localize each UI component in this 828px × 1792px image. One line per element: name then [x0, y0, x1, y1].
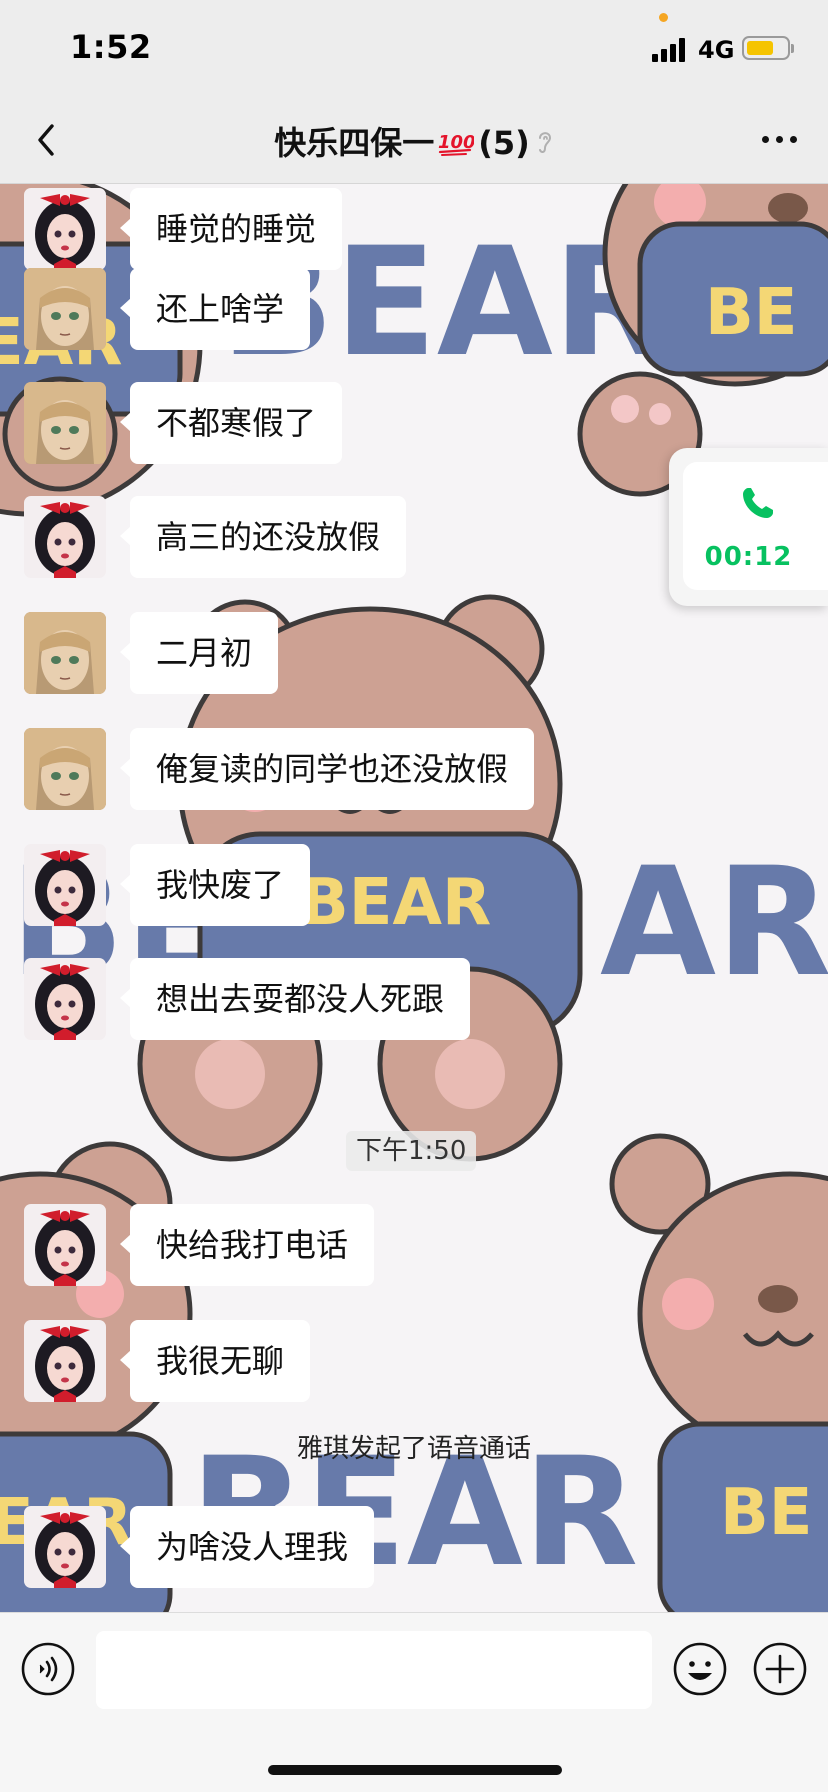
voice-icon [21, 1642, 75, 1696]
call-duration: 00:12 [704, 542, 793, 572]
status-time: 1:52 [70, 28, 152, 66]
battery-level-fill [747, 41, 774, 55]
hundred-points-icon: 100 [438, 126, 476, 156]
chat-title: 快乐四保一 100 (5) [0, 118, 828, 164]
time-divider: 下午1:50 [346, 1131, 477, 1171]
message-input[interactable] [96, 1631, 652, 1709]
smiley-icon [673, 1642, 727, 1696]
message-bubble[interactable]: 为啥没人理我 [119, 1506, 375, 1588]
message-bubble[interactable]: 我快废了 [119, 844, 311, 926]
voice-input-button[interactable] [20, 1641, 76, 1697]
bear-wallpaper-image: BEAR BE AR BEAR BE EAR [0, 184, 828, 1612]
voice-call-float-card: 00:12 [683, 462, 828, 590]
avatar-snow-white[interactable] [24, 1204, 106, 1286]
phone-icon [743, 488, 773, 518]
avatar-blonde-girl[interactable] [24, 268, 106, 350]
system-notice: 雅琪发起了语音通话 [296, 1434, 531, 1464]
avatar-snow-white[interactable] [24, 496, 106, 578]
battery-tip [791, 44, 794, 53]
network-type-label: 4G [698, 36, 735, 64]
message-bubble[interactable]: 俺复读的同学也还没放假 [119, 728, 535, 810]
chat-area[interactable]: BEAR BE AR BEAR BE EAR [0, 184, 828, 1612]
plus-icon [753, 1642, 807, 1696]
voice-call-float-button[interactable]: 00:12 [669, 448, 828, 606]
chat-header: 快乐四保一 100 (5) [0, 96, 828, 184]
ear-icon[interactable] [536, 127, 554, 155]
message-bubble[interactable]: 我很无聊 [119, 1320, 311, 1402]
member-count: (5) [478, 124, 530, 162]
message-bubble[interactable]: 二月初 [119, 612, 279, 694]
message-bubble[interactable]: 还上啥学 [119, 268, 311, 350]
message-bubble[interactable]: 不都寒假了 [119, 382, 343, 464]
home-indicator[interactable] [268, 1765, 562, 1775]
avatar-snow-white[interactable] [24, 844, 106, 926]
battery-icon [742, 36, 790, 60]
avatar-blonde-girl[interactable] [24, 728, 106, 810]
avatar-snow-white[interactable] [24, 958, 106, 1040]
more-options-button[interactable] [754, 122, 806, 158]
avatar-snow-white[interactable] [24, 1320, 106, 1402]
avatar-blonde-girl[interactable] [24, 612, 106, 694]
message-bubble[interactable]: 想出去耍都没人死跟 [119, 958, 471, 1040]
emoji-button[interactable] [672, 1641, 728, 1697]
privacy-indicator-dot [659, 13, 668, 22]
message-bubble[interactable]: 快给我打电话 [119, 1204, 375, 1286]
group-name: 快乐四保一 [274, 124, 435, 162]
message-bubble[interactable]: 高三的还没放假 [119, 496, 407, 578]
status-bar: 1:52 4G [0, 0, 828, 96]
more-functions-button[interactable] [752, 1641, 808, 1697]
cellular-signal-icon [652, 38, 688, 62]
avatar-blonde-girl[interactable] [24, 382, 106, 464]
message-bubble[interactable]: 睡觉的睡觉 [119, 188, 343, 270]
input-bar [0, 1612, 828, 1792]
avatar-snow-white[interactable] [24, 188, 106, 270]
avatar-snow-white[interactable] [24, 1506, 106, 1588]
